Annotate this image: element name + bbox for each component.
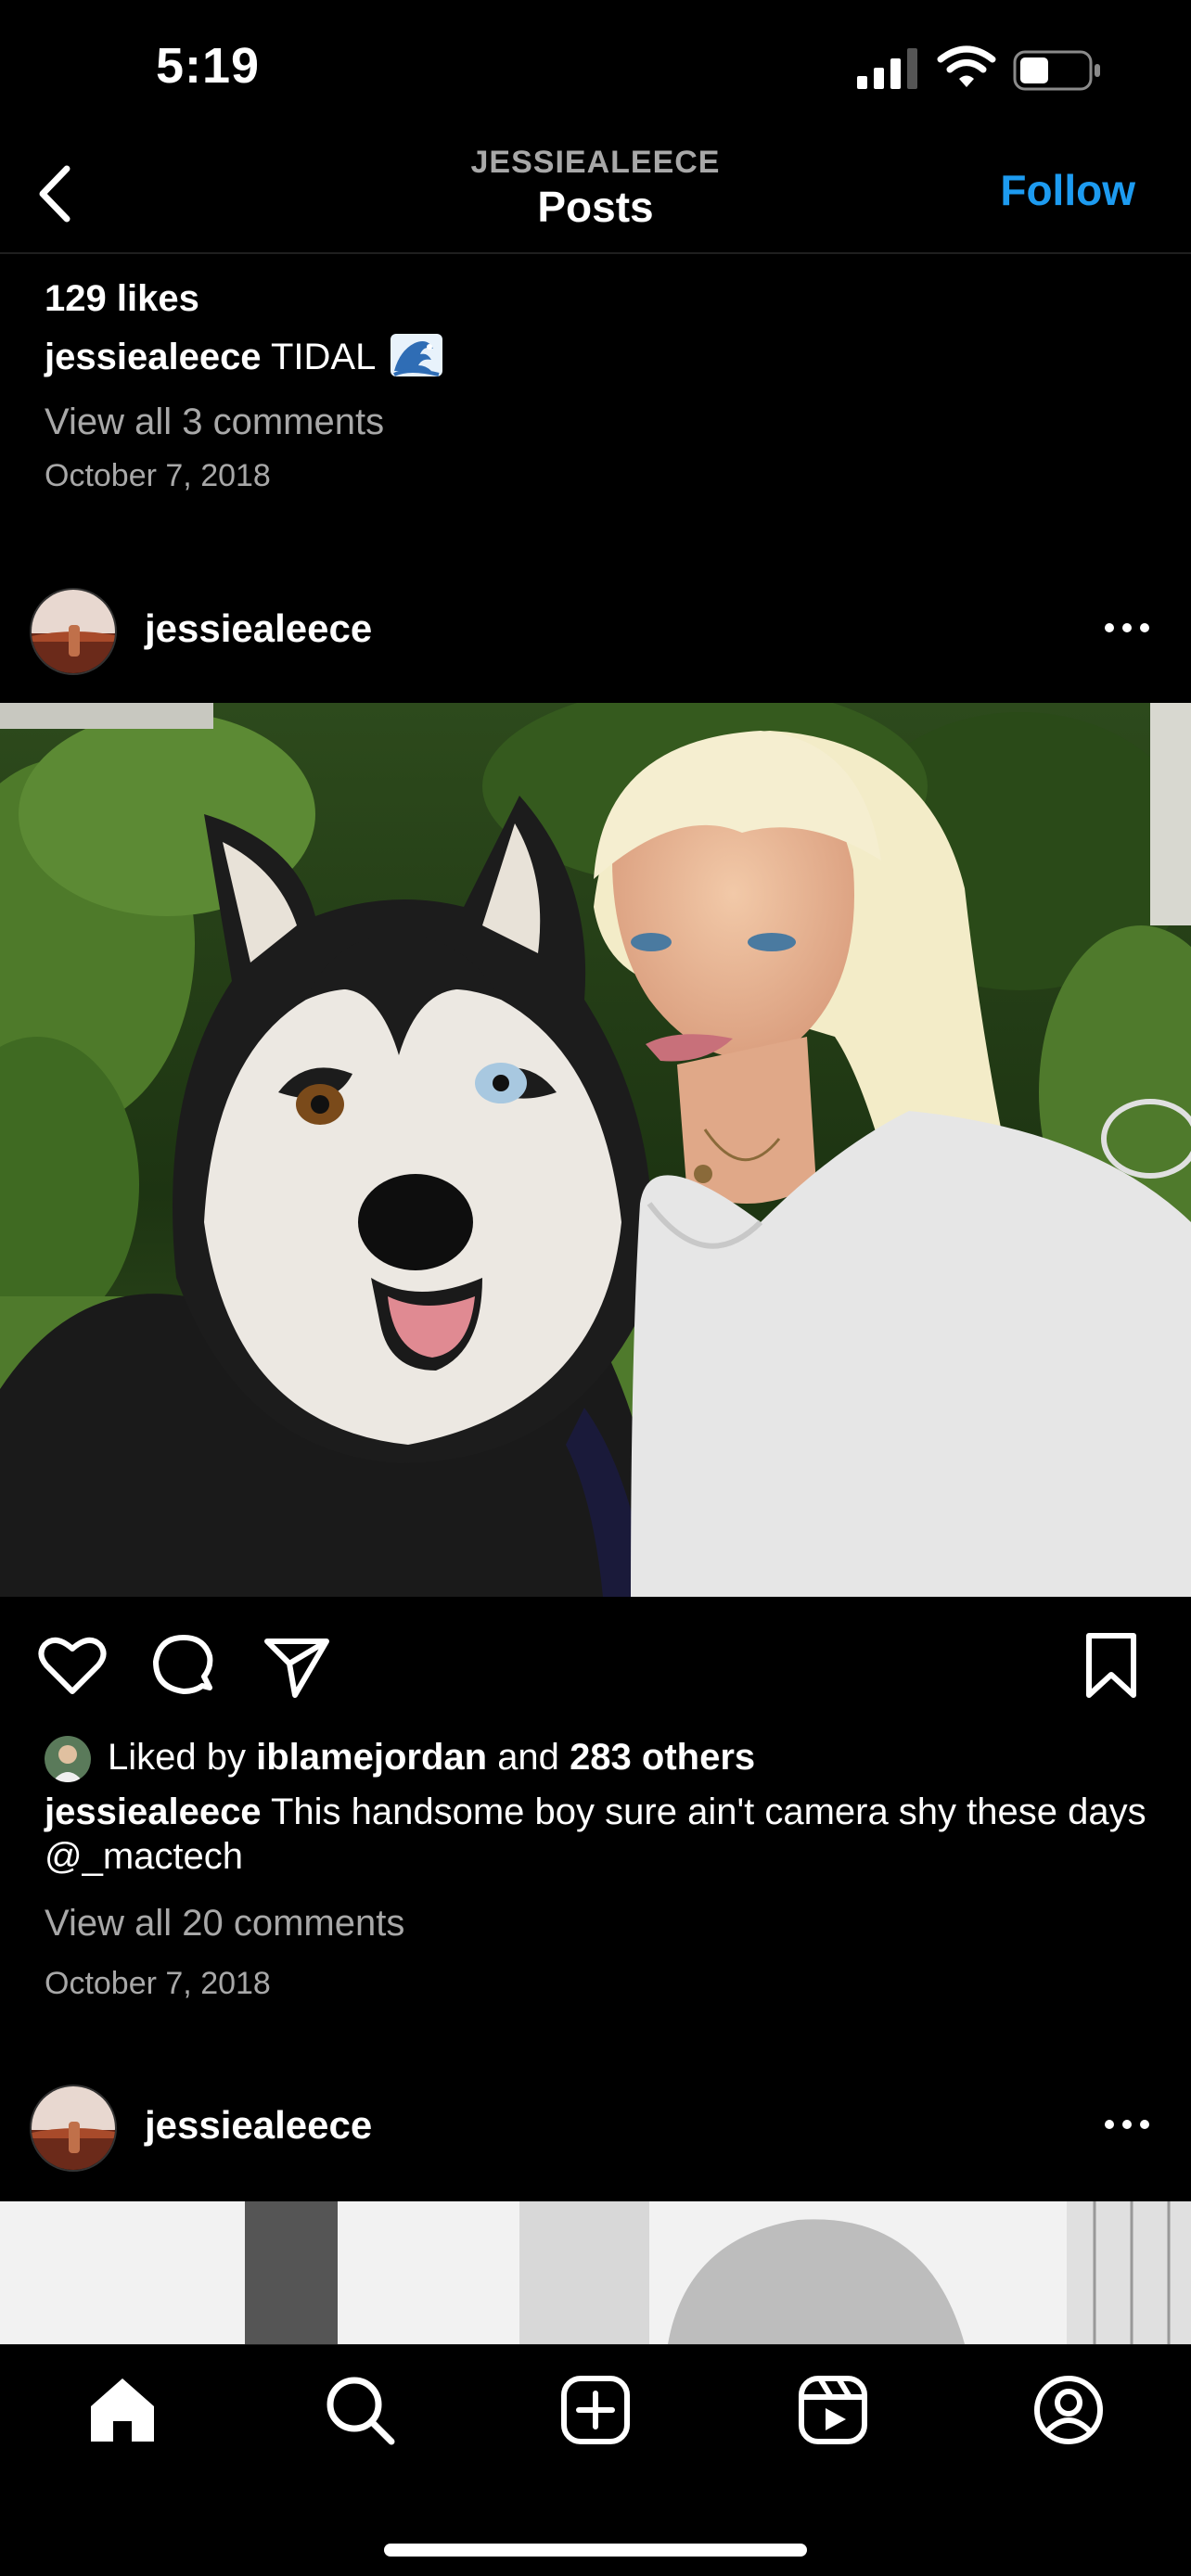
- liked-by-user[interactable]: iblamejordan: [256, 1737, 487, 1778]
- send-icon[interactable]: [262, 1630, 332, 1701]
- liked-by-others[interactable]: 283 others: [570, 1737, 755, 1778]
- post-details: Liked by iblamejordan and 283 others jes…: [45, 1725, 1158, 2007]
- cellular-signal-icon: [857, 48, 917, 89]
- post-date: October 7, 2018: [45, 1966, 271, 2001]
- liked-by-and: and: [497, 1737, 559, 1778]
- search-icon[interactable]: [321, 2371, 399, 2449]
- reels-icon[interactable]: [794, 2371, 872, 2449]
- wave-emoji-icon: [390, 334, 442, 376]
- previous-post-footer: 129 likes jessiealeece TIDAL View all 3 …: [45, 278, 1158, 499]
- caption-text: TIDAL: [270, 337, 375, 377]
- view-comments-link[interactable]: View all 20 comments: [45, 1886, 1158, 1960]
- home-icon[interactable]: [83, 2371, 161, 2449]
- follow-button[interactable]: Follow: [1000, 165, 1135, 215]
- liker-avatar: [45, 1736, 91, 1782]
- post-username[interactable]: jessiealeece: [145, 2103, 372, 2148]
- post-image[interactable]: [0, 2201, 1191, 2344]
- post-image[interactable]: [0, 703, 1191, 1597]
- top-nav-bar: JESSIEALEECE Posts Follow: [0, 139, 1191, 254]
- home-indicator[interactable]: [384, 2544, 807, 2557]
- post-header: jessiealeece: [0, 579, 1191, 681]
- avatar[interactable]: [30, 2085, 117, 2172]
- avatar[interactable]: [30, 588, 117, 675]
- post-actions: [0, 1630, 1191, 1704]
- post-header: jessiealeece: [0, 2075, 1191, 2177]
- more-horizontal-icon[interactable]: [1104, 2101, 1150, 2148]
- post-caption: jessiealeece TIDAL: [45, 334, 1158, 391]
- bottom-tab-bar: [0, 2344, 1191, 2576]
- wifi-icon: [937, 45, 996, 87]
- status-time: 5:19: [156, 38, 261, 94]
- status-bar: 5:19: [0, 0, 1191, 139]
- caption-username[interactable]: jessiealeece: [45, 1792, 262, 1832]
- create-icon[interactable]: [557, 2371, 634, 2449]
- post-date: October 7, 2018: [45, 458, 271, 493]
- comment-icon[interactable]: [148, 1630, 219, 1701]
- liked-by-prefix: Liked by: [108, 1737, 246, 1778]
- heart-icon[interactable]: [37, 1630, 108, 1701]
- post-username[interactable]: jessiealeece: [145, 606, 372, 651]
- more-horizontal-icon[interactable]: [1104, 605, 1150, 651]
- caption-username[interactable]: jessiealeece: [45, 337, 262, 377]
- post-caption: jessiealeece This handsome boy sure ain'…: [45, 1790, 1158, 1879]
- liked-by-line[interactable]: Liked by iblamejordan and 283 others: [45, 1725, 1158, 1790]
- likes-count[interactable]: 129 likes: [45, 278, 1158, 334]
- profile-icon[interactable]: [1030, 2371, 1108, 2449]
- battery-icon: [1013, 50, 1100, 91]
- bookmark-icon[interactable]: [1076, 1630, 1146, 1701]
- view-comments-link[interactable]: View all 3 comments: [45, 391, 1158, 453]
